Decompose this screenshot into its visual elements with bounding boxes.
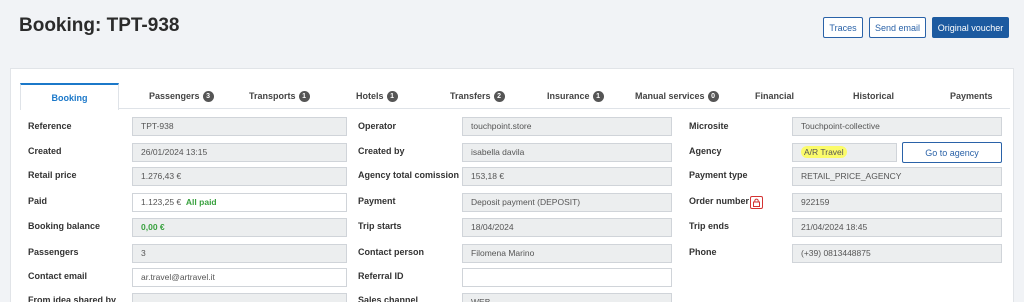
go-to-agency-button[interactable]: Go to agency — [902, 142, 1002, 163]
passengers-label: Passengers — [28, 247, 79, 257]
referral-id-label: Referral ID — [358, 271, 404, 281]
page-title: Booking: TPT-938 — [19, 15, 180, 36]
passengers-field: 3 — [132, 244, 347, 263]
tab-label: Manual services — [635, 91, 705, 101]
tab-label: Hotels — [356, 91, 384, 101]
operator-field: touchpoint.store — [462, 117, 672, 136]
tab-label: Financial — [755, 91, 795, 101]
tab-bar: Booking Passengers 3 Transports 1 Hotels 1 … — [20, 83, 1010, 110]
tab-label: Payments — [950, 91, 993, 101]
tab-hotels[interactable]: Hotels 1 — [356, 83, 398, 109]
agency-commission-field: 153,18 € — [462, 167, 672, 186]
tab-transports[interactable]: Transports 1 — [249, 83, 310, 109]
booking-balance-label: Booking balance — [28, 221, 101, 231]
phone-label: Phone — [689, 247, 717, 257]
sales-channel-field: WEB — [462, 293, 672, 302]
trip-ends-label: Trip ends — [689, 221, 730, 231]
microsite-field: Touchpoint-collective — [792, 117, 1002, 136]
phone-field: (+39) 0813448875 — [792, 244, 1002, 263]
tab-passengers[interactable]: Passengers 3 — [149, 83, 214, 109]
contact-person-field: Filomena Marino — [462, 244, 672, 263]
reference-field: TPT-938 — [132, 117, 347, 136]
created-label: Created — [28, 146, 62, 156]
trip-starts-field: 18/04/2024 — [462, 218, 672, 237]
tab-payments[interactable]: Payments — [950, 83, 993, 109]
original-voucher-button[interactable]: Original voucher — [932, 17, 1009, 38]
sales-channel-label: Sales channel — [358, 295, 419, 302]
tab-label: Insurance — [547, 91, 590, 101]
count-badge: 2 — [493, 90, 505, 102]
referral-id-field[interactable] — [462, 268, 672, 287]
tab-financial[interactable]: Financial — [755, 83, 794, 109]
from-idea-label: From idea shared by — [28, 295, 117, 302]
booking-balance-field: 0,00 € — [132, 218, 347, 237]
order-number-field: 922159 — [792, 193, 1002, 212]
contact-person-label: Contact person — [358, 247, 425, 257]
trip-ends-field: 21/04/2024 18:45 — [792, 218, 1002, 237]
tab-manual-services[interactable]: Manual services 0 — [635, 83, 719, 109]
payment-field: Deposit payment (DEPOSIT) — [462, 193, 672, 212]
count-badge: 1 — [592, 90, 604, 102]
agency-commission-label: Agency total comission — [358, 170, 460, 180]
tab-historical[interactable]: Historical — [853, 83, 894, 109]
tab-label: Booking — [51, 92, 88, 103]
lock-icon[interactable] — [750, 196, 763, 209]
count-badge: 1 — [386, 90, 398, 102]
from-idea-field — [132, 293, 347, 302]
tab-label: Passengers — [149, 91, 200, 101]
tab-transfers[interactable]: Transfers 2 — [450, 83, 505, 109]
count-badge: 1 — [298, 90, 310, 102]
count-badge: 3 — [202, 90, 214, 102]
tab-label: Historical — [853, 91, 895, 101]
agency-field: A/R Travel — [792, 143, 897, 162]
created-by-label: Created by — [358, 146, 405, 156]
send-email-button[interactable]: Send email — [869, 17, 926, 38]
reference-label: Reference — [28, 121, 72, 131]
tab-insurance[interactable]: Insurance 1 — [547, 83, 604, 109]
traces-button[interactable]: Traces — [823, 17, 863, 38]
retail-price-label: Retail price — [28, 170, 77, 180]
operator-label: Operator — [358, 121, 397, 131]
count-badge: 0 — [707, 90, 719, 102]
trip-starts-label: Trip starts — [358, 221, 402, 231]
microsite-label: Microsite — [689, 121, 729, 131]
booking-card: Booking Passengers 3 Transports 1 Hotels 1 … — [10, 68, 1014, 302]
paid-label: Paid — [28, 196, 48, 206]
tab-label: Transfers — [450, 91, 491, 101]
retail-price-field: 1.276,43 € — [132, 167, 347, 186]
paid-status: All paid — [185, 197, 217, 207]
paid-field: 1.123,25 € All paid — [132, 193, 347, 212]
agency-label: Agency — [689, 146, 722, 156]
contact-email-field[interactable]: ar.travel@artravel.it — [132, 268, 347, 287]
order-number-label: Order number — [689, 196, 750, 206]
agency-value: A/R Travel — [801, 146, 847, 158]
tab-label: Transports — [249, 91, 296, 101]
created-field: 26/01/2024 13:15 — [132, 143, 347, 162]
created-by-field: isabella davila — [462, 143, 672, 162]
paid-value: 1.123,25 € — [141, 197, 182, 207]
tab-booking[interactable]: Booking — [20, 83, 119, 110]
contact-email-label: Contact email — [28, 271, 88, 281]
payment-type-field: RETAIL_PRICE_AGENCY — [792, 167, 1002, 186]
payment-label: Payment — [358, 196, 396, 206]
payment-type-label: Payment type — [689, 170, 748, 180]
